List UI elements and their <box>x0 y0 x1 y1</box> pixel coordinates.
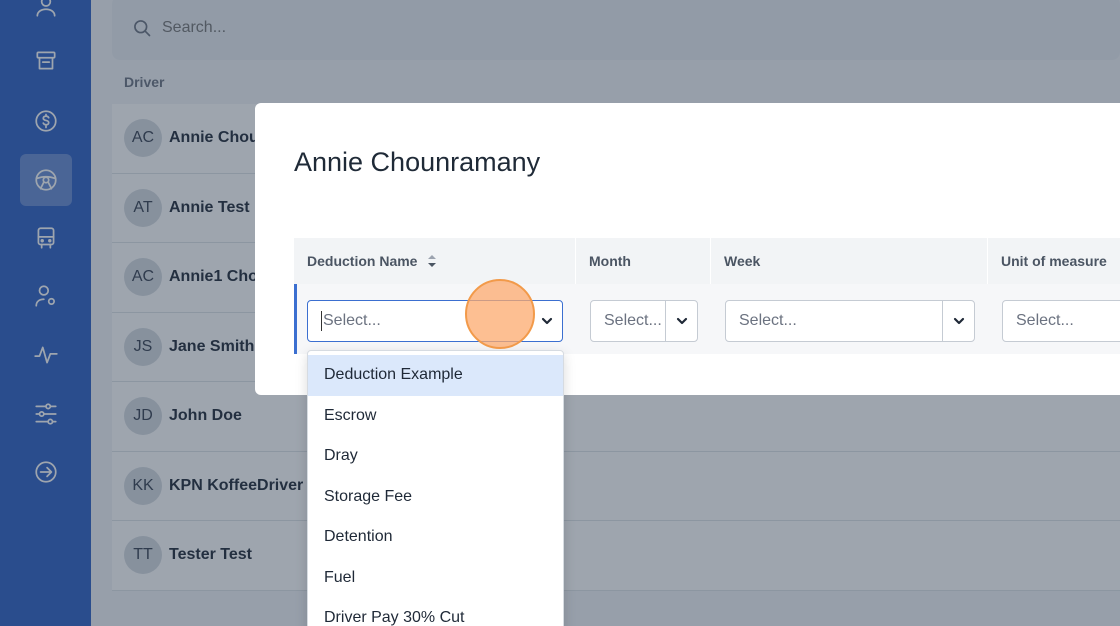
column-header-week: Week <box>711 238 988 284</box>
chevron-down-icon <box>676 317 687 325</box>
dropdown-button[interactable] <box>943 314 974 328</box>
select-placeholder: Select... <box>604 312 662 329</box>
select-placeholder: Select... <box>323 312 381 330</box>
click-indicator <box>465 279 535 349</box>
column-header-month: Month <box>576 238 711 284</box>
modal-title: Annie Chounramany <box>294 147 541 177</box>
deduction-table: Deduction Name Month Week Unit of measur… <box>294 238 1120 354</box>
column-label: Unit of measure <box>1001 253 1107 269</box>
column-header-deduction-name[interactable]: Deduction Name <box>294 238 576 284</box>
menu-item[interactable]: Detention <box>308 517 563 558</box>
table-row: Select... Select... Select... Select... <box>294 284 1120 354</box>
select-placeholder: Select... <box>739 312 797 329</box>
chevron-down-icon <box>953 317 964 325</box>
week-select[interactable]: Select... <box>725 300 975 342</box>
column-label: Deduction Name <box>307 253 418 269</box>
month-select[interactable]: Select... <box>590 300 698 342</box>
table-header: Deduction Name Month Week Unit of measur… <box>294 238 1120 284</box>
menu-item[interactable]: Dray <box>308 436 563 477</box>
column-label: Week <box>724 253 761 269</box>
menu-item[interactable]: Escrow <box>308 396 563 437</box>
sort-icon[interactable] <box>427 254 437 268</box>
column-header-unit-of-measure: Unit of measure <box>988 238 1120 284</box>
deduction-options-menu: Deduction Example Escrow Dray Storage Fe… <box>307 350 564 626</box>
menu-item[interactable]: Driver Pay 30% Cut <box>308 598 563 626</box>
select-placeholder: Select... <box>1016 312 1074 329</box>
column-label: Month <box>589 253 631 269</box>
chevron-down-icon <box>541 317 552 325</box>
dropdown-button[interactable] <box>531 314 562 328</box>
menu-item[interactable]: Fuel <box>308 558 563 599</box>
menu-item[interactable]: Deduction Example <box>308 355 563 396</box>
dropdown-button[interactable] <box>666 314 697 328</box>
unit-of-measure-select[interactable]: Select... <box>1002 300 1120 342</box>
menu-item[interactable]: Storage Fee <box>308 477 563 518</box>
